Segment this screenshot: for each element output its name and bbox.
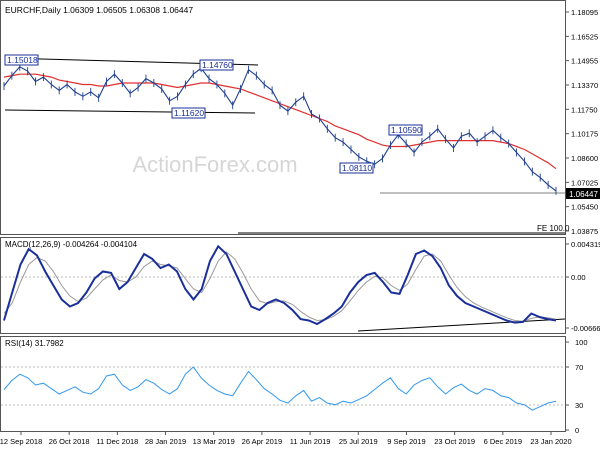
price-tick-label: 1.10175 [571, 130, 598, 139]
macd-tick-label: -0.006663 [571, 324, 600, 333]
annotation-5: 1.08110 [339, 162, 374, 174]
fe-label: FE 100.0 [537, 224, 570, 233]
price-tick-label: 1.08600 [571, 154, 598, 163]
rsi-label: RSI(14) 31.7982 [5, 339, 64, 348]
x-tick-label: 6 Dec 2019 [484, 437, 522, 446]
price-tick-label: 1.07025 [571, 178, 598, 187]
x-tick-label: 9 Sep 2019 [387, 437, 425, 446]
rsi-tick-label: 100 [575, 338, 588, 347]
macd-label: MACD(12,26,9) -0.004264 -0.004104 [5, 240, 138, 249]
price-tick-label: 1.13370 [571, 81, 598, 90]
price-tick-label: 1.18095 [571, 8, 598, 17]
x-tick-label: 25 Jul 2019 [339, 437, 378, 446]
macd-axis-ticks: 0.004319 0.00 -0.006663 [566, 240, 600, 333]
annotation-2: 1.14760 [199, 59, 234, 71]
x-tick-label: 28 Jan 2019 [145, 437, 186, 446]
x-tick-label: 23 Jan 2020 [530, 437, 571, 446]
x-tick-label: 23 Oct 2019 [434, 437, 475, 446]
rsi-axis-ticks: 100 70 30 0 [566, 338, 588, 435]
x-tick-label: 13 Mar 2019 [193, 437, 235, 446]
x-tick-label: 26 Apr 2019 [242, 437, 282, 446]
annotation-4: 1.10590 [388, 124, 423, 136]
x-tick-label: 12 Sep 2018 [0, 437, 42, 446]
chart-root: ActionForex.com EURCHF,Daily 1.06309 1.0… [0, 0, 600, 450]
rsi-tick-label: 0 [575, 426, 579, 435]
macd-tick-label: 0.004319 [571, 240, 600, 249]
svg-text:1.06447: 1.06447 [569, 190, 598, 199]
price-axis-ticks: 1.18095 1.16525 1.14955 1.13370 1.11750 1.101… [566, 8, 598, 236]
rsi-tick-label: 70 [575, 363, 583, 372]
rsi-tick-label: 30 [575, 401, 583, 410]
chart-canvas: ActionForex.com EURCHF,Daily 1.06309 1.0… [0, 0, 600, 446]
price-tick-label: 1.14955 [571, 57, 598, 66]
annotation-1: 1.15018 [4, 54, 39, 66]
symbol-header: EURCHF,Daily 1.06309 1.06505 1.06308 1.0… [5, 5, 193, 15]
price-tick-label: 1.03875 [571, 227, 598, 236]
price-panel-frame [0, 0, 566, 235]
price-tick-label: 1.05450 [571, 203, 598, 212]
svg-text:1.10590: 1.10590 [391, 125, 422, 135]
x-tick-label: 11 Jun 2019 [290, 437, 331, 446]
watermark: ActionForex.com [132, 152, 297, 177]
svg-text:1.11620: 1.11620 [174, 108, 204, 118]
macd-tick-label: 0.00 [571, 273, 586, 282]
svg-text:1.08110: 1.08110 [342, 163, 372, 173]
svg-text:1.15018: 1.15018 [7, 55, 38, 65]
svg-text:1.14760: 1.14760 [202, 60, 233, 70]
x-tick-label: 26 Oct 2018 [49, 437, 90, 446]
rsi-panel-frame [0, 336, 566, 432]
price-tick-label: 1.11750 [571, 105, 598, 114]
annotation-3: 1.11620 [171, 107, 206, 119]
last-price-box: 1.06447 [566, 188, 600, 199]
price-tick-label: 1.16525 [571, 32, 598, 41]
macd-panel-frame [0, 237, 566, 334]
x-tick-label: 11 Dec 2018 [96, 437, 138, 446]
x-axis-ticks: 12 Sep 2018 26 Oct 2018 11 Dec 2018 28 Jan … [0, 432, 572, 446]
